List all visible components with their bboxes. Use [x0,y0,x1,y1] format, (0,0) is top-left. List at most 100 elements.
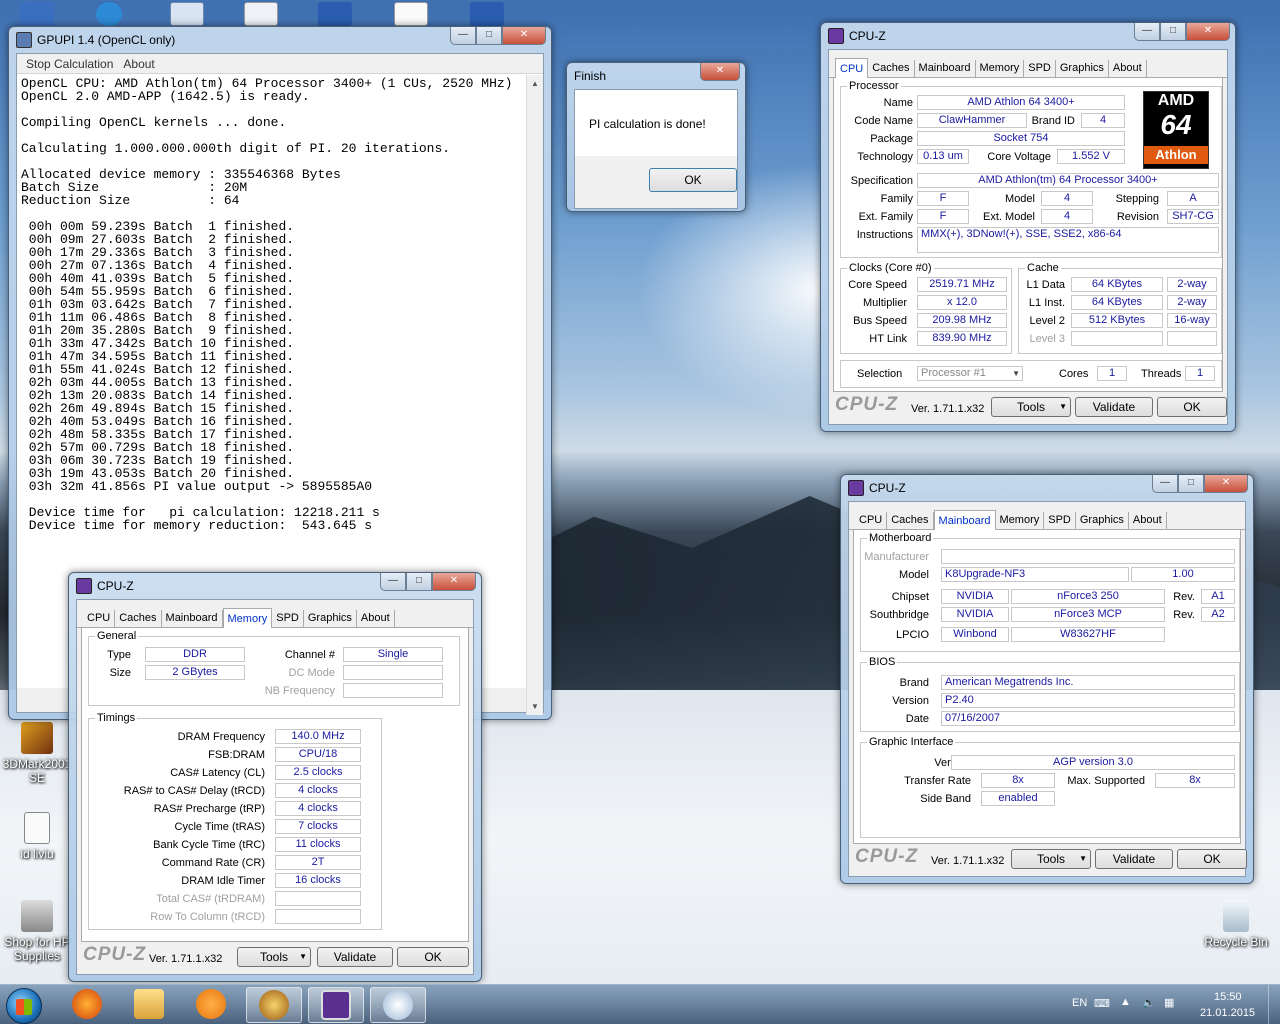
start-button[interactable] [6,988,42,1024]
speaker-icon[interactable]: 🔈 [1142,996,1156,1009]
tools-button[interactable]: Tools ▼ [991,397,1071,417]
minimize-button[interactable]: — [380,573,406,591]
ok-button[interactable]: OK [397,947,469,967]
taskbar-paint[interactable] [370,987,426,1023]
network-tray-icon[interactable]: ▦ [1164,996,1174,1009]
tab-about[interactable]: About [357,610,395,628]
taskbar-firefox[interactable] [60,987,116,1023]
clock-time[interactable]: 15:50 [1214,991,1242,1003]
close-button[interactable]: ✕ [1204,475,1248,493]
tools-button[interactable]: Tools ▼ [1011,849,1091,869]
close-button[interactable]: ✕ [502,27,546,45]
southbridge-label: Southbridge [869,609,929,621]
printer-icon [21,900,53,932]
validate-button[interactable]: Validate [1075,397,1153,417]
technology-value: 0.13 um [917,149,969,164]
validate-button[interactable]: Validate [1095,849,1173,869]
close-button[interactable]: ✕ [1186,23,1230,41]
tab-spd[interactable]: SPD [272,610,304,628]
keyboard-icon[interactable]: ⌨ [1094,997,1110,1010]
word-document-icon[interactable] [470,2,504,26]
cpuz-titlebar[interactable]: CPU-Z — □ ✕ [828,23,1230,49]
ok-button[interactable]: OK [1177,849,1247,869]
stepping-value: A [1167,191,1219,206]
taskbar-cpuz[interactable] [308,987,364,1023]
tab-caches[interactable]: Caches [115,610,162,628]
tab-memory[interactable]: Memory [976,60,1025,78]
cpuz-titlebar[interactable]: CPU-Z — □ ✕ [848,475,1248,501]
desktop-icon-id-liviu[interactable]: id liviu [1,812,73,861]
desktop-icon-hp-supplies[interactable]: Shop for HP Supplies [1,900,73,963]
group-title: Clocks (Core #0) [847,262,934,274]
taskbar-media-player[interactable] [184,987,240,1023]
close-button[interactable]: ✕ [700,63,740,81]
max-supported-value: 8x [1155,773,1235,788]
tab-caches[interactable]: Caches [887,512,934,530]
tools-button[interactable]: Tools ▼ [237,947,311,967]
minimize-button[interactable]: — [1134,23,1160,41]
language-indicator[interactable]: EN [1072,997,1087,1009]
cpuz-cpu-page: Processor Name AMD Athlon 64 3400+ Code … [833,78,1223,392]
finish-titlebar[interactable]: Finish ✕ [574,63,740,89]
ok-button[interactable]: OK [649,168,737,192]
selection-label: Selection [857,368,903,380]
validate-button[interactable]: Validate [317,947,393,967]
computer-icon[interactable] [20,2,54,26]
show-hidden-icons-icon[interactable]: ▲ [1120,996,1131,1008]
tab-caches[interactable]: Caches [868,60,915,78]
amd-logo-64: 64 [1160,109,1192,140]
tab-cpu[interactable]: CPU [855,512,888,530]
maximize-button[interactable]: □ [406,573,432,591]
tab-mainboard[interactable]: Mainboard [933,510,996,531]
tab-spd[interactable]: SPD [1024,60,1056,78]
instructions-label: Instructions [856,229,913,241]
cpuz-client: CPU Caches Mainboard Memory SPD Graphics… [848,501,1247,877]
gpupi-titlebar[interactable]: GPUPI 1.4 (OpenCL only) — □ ✕ [16,27,546,53]
maximize-button[interactable]: □ [1160,23,1186,41]
tab-memory[interactable]: Memory [996,512,1045,530]
maximize-button[interactable]: □ [1178,475,1204,493]
tab-memory[interactable]: Memory [222,608,273,629]
desktop-icon-3dmark[interactable]: 3DMark2001 SE [1,722,73,785]
tab-cpu[interactable]: CPU [83,610,116,628]
minimize-button[interactable]: — [1152,475,1178,493]
tab-graphics[interactable]: Graphics [304,610,357,628]
level2-assoc: 16-way [1167,313,1217,328]
tab-mainboard[interactable]: Mainboard [162,610,223,628]
minimize-button[interactable]: — [450,27,476,45]
cpuz-mainboard-page: Motherboard Manufacturer Model K8Upgrade… [853,530,1241,844]
menu-about[interactable]: About [118,57,159,71]
word-document-icon[interactable] [318,2,352,26]
tab-spd[interactable]: SPD [1044,512,1076,530]
control-panel-icon[interactable] [170,2,204,26]
tab-about[interactable]: About [1109,60,1147,78]
tab-cpu[interactable]: CPU [835,58,869,79]
bios-group: BIOS Brand American Megatrends Inc. Vers… [860,656,1240,732]
tab-graphics[interactable]: Graphics [1056,60,1109,78]
processor-select[interactable]: Processor #1 ▼ [917,366,1023,381]
show-desktop-button[interactable] [1268,985,1280,1024]
core-voltage-value: 1.552 V [1057,149,1125,164]
tab-about[interactable]: About [1129,512,1167,530]
close-button[interactable]: ✕ [432,573,476,591]
timing-value: 140.0 MHz [275,729,361,744]
scroll-up-arrow-icon[interactable]: ▲ [527,75,543,92]
maximize-button[interactable]: □ [476,27,502,45]
name-label: Name [883,97,913,109]
cpuz-titlebar[interactable]: CPU-Z — □ ✕ [76,573,476,599]
taskbar-explorer[interactable] [122,987,178,1023]
menu-stop-calculation[interactable]: Stop Calculation [21,57,118,71]
scroll-down-arrow-icon[interactable]: ▼ [527,698,543,715]
taskbar-gpupi[interactable] [246,987,302,1023]
console-line: Compiling OpenCL kernels ... done. [21,115,287,130]
window-icon[interactable] [244,2,278,26]
tab-mainboard[interactable]: Mainboard [915,60,976,78]
desktop-icon-recycle-bin[interactable]: Recycle Bin [1200,900,1272,949]
tab-graphics[interactable]: Graphics [1076,512,1129,530]
timing-value: 11 clocks [275,837,361,852]
clock-date[interactable]: 21.01.2015 [1200,1007,1255,1019]
ok-button[interactable]: OK [1157,397,1227,417]
text-document-icon[interactable] [394,2,428,26]
network-icon[interactable] [96,2,122,26]
console-scrollbar[interactable]: ▲ ▼ [526,75,543,715]
